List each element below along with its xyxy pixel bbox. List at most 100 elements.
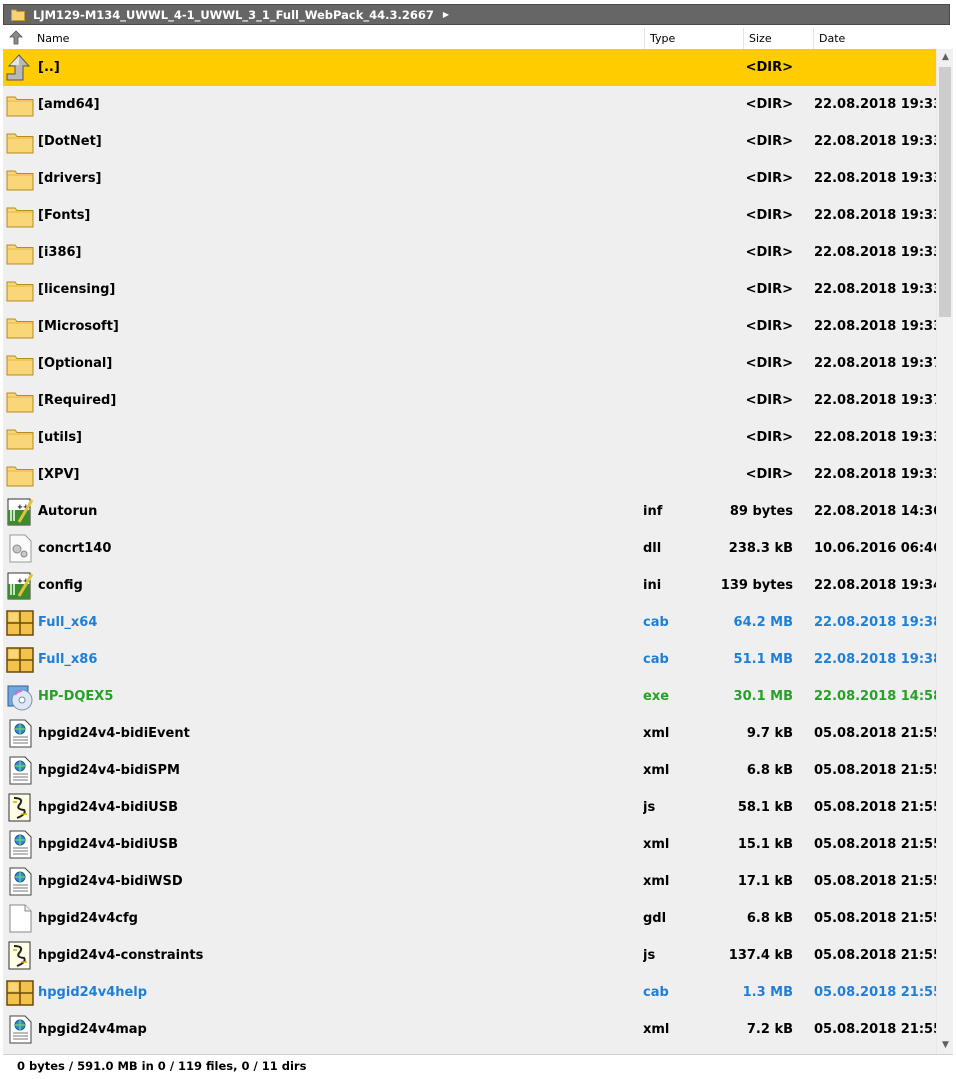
file-row[interactable]: [licensing] <DIR> 22.08.2018 19:33 [3, 271, 936, 308]
file-name: [XPV] [38, 467, 80, 482]
file-row[interactable]: [amd64] <DIR> 22.08.2018 19:33 [3, 86, 936, 123]
file-date: 22.08.2018 19:33 [814, 97, 936, 112]
file-size: 17.1 kB [737, 874, 793, 889]
file-row[interactable]: [i386] <DIR> 22.08.2018 19:33 [3, 234, 936, 271]
file-row[interactable]: [Required] <DIR> 22.08.2018 19:37 [3, 382, 936, 419]
file-size: 64.2 MB [733, 615, 793, 630]
file-size: <DIR> [745, 245, 793, 260]
file-name: hpgid24v4-bidiEvent [38, 726, 190, 741]
file-row[interactable]: hpgid24v4-bidiEvent xml 9.7 kB 05.08.2018 2… [3, 715, 936, 752]
file-row[interactable]: Full_x86 cab 51.1 MB 22.08.2018 19:38 [3, 641, 936, 678]
file-row[interactable]: [XPV] <DIR> 22.08.2018 19:33 [3, 456, 936, 493]
file-row[interactable]: concrt140 dll 238.3 kB 10.06.2016 06:46 [3, 530, 936, 567]
file-row[interactable]: hpgid24v4-bidiWSD xml 17.1 kB 05.08.2018 21… [3, 863, 936, 900]
file-name: [DotNet] [38, 134, 102, 149]
file-date: 22.08.2018 19:33 [814, 208, 936, 223]
file-row[interactable]: HP-DQEX5 exe 30.1 MB 22.08.2018 14:58 [3, 678, 936, 715]
folder-icon [5, 237, 35, 268]
file-date: 22.08.2018 19:37 [814, 356, 936, 371]
file-row[interactable]: hpgid24v4help cab 1.3 MB 05.08.2018 21:55 [3, 974, 936, 1011]
file-date: 05.08.2018 21:55 [814, 911, 936, 926]
column-header: Name Type Size Date [3, 28, 953, 50]
up-arrow-icon [9, 30, 23, 45]
file-date: 22.08.2018 19:33 [814, 245, 936, 260]
file-name: Full_x86 [38, 652, 98, 667]
file-row[interactable]: [Fonts] <DIR> 22.08.2018 19:33 [3, 197, 936, 234]
file-row[interactable]: hpgid24v4map xml 7.2 kB 05.08.2018 21:55 [3, 1011, 936, 1048]
web-document-icon [5, 718, 35, 749]
folder-icon [5, 274, 35, 305]
web-document-icon [5, 866, 35, 897]
file-date: 22.08.2018 19:33 [814, 430, 936, 445]
file-row[interactable]: hpgid24v4-bidiUSB xml 15.1 kB 05.08.2018 21… [3, 826, 936, 863]
file-row[interactable]: hpgid24v4cfg gdl 6.8 kB 05.08.2018 21:55 [3, 900, 936, 937]
file-name: HP-DQEX5 [38, 689, 114, 704]
file-row[interactable]: [Microsoft] <DIR> 22.08.2018 19:33 [3, 308, 936, 345]
file-size: <DIR> [745, 60, 793, 75]
folder-icon [5, 126, 35, 157]
up-directory-button[interactable] [3, 28, 33, 49]
file-row[interactable]: [Optional] <DIR> 22.08.2018 19:37 [3, 345, 936, 382]
file-row[interactable]: Full_x64 cab 64.2 MB 22.08.2018 19:38 [3, 604, 936, 641]
file-date: 22.08.2018 14:36 [814, 504, 936, 519]
file-row[interactable]: hpgid24v4-constraints js 137.4 kB 05.08.201… [3, 937, 936, 974]
file-date: 22.08.2018 19:33 [814, 282, 936, 297]
scroll-up-icon[interactable]: ▲ [937, 49, 954, 66]
file-name: Full_x64 [38, 615, 98, 630]
file-name: [i386] [38, 245, 82, 260]
current-path: LJM129-M134_UWWL_4-1_UWWL_3_1_Full_WebPa… [33, 7, 434, 22]
column-date-header[interactable]: Date [813, 28, 953, 49]
scroll-down-icon[interactable]: ▼ [937, 1037, 954, 1054]
file-date: 22.08.2018 19:33 [814, 319, 936, 334]
triangle-right-icon[interactable]: ▶ [443, 10, 449, 19]
cabinet-icon [5, 977, 35, 1008]
cabinet-icon [5, 607, 35, 638]
file-row[interactable]: hpgid24v4-bidiUSB js 58.1 kB 05.08.2018 21:… [3, 789, 936, 826]
file-size: <DIR> [745, 430, 793, 445]
file-name: hpgid24v4map [38, 1022, 147, 1037]
column-name-header[interactable]: Name [33, 28, 644, 49]
web-document-icon [5, 1014, 35, 1045]
file-date: 22.08.2018 19:37 [814, 393, 936, 408]
file-size: <DIR> [745, 319, 793, 334]
file-name: concrt140 [38, 541, 112, 556]
folder-icon [11, 9, 25, 21]
file-row[interactable]: [utils] <DIR> 22.08.2018 19:33 [3, 419, 936, 456]
file-size: 6.8 kB [746, 911, 793, 926]
file-size: 30.1 MB [733, 689, 793, 704]
file-name: hpgid24v4-bidiUSB [38, 800, 178, 815]
column-type-header[interactable]: Type [644, 28, 743, 49]
file-name: [Required] [38, 393, 117, 408]
file-name: hpgid24v4-bidiSPM [38, 763, 180, 778]
file-size: 51.1 MB [733, 652, 793, 667]
script-icon [5, 792, 35, 823]
file-size: 7.2 kB [746, 1022, 793, 1037]
file-date: 05.08.2018 21:55 [814, 948, 936, 963]
file-row[interactable]: hpgid24v4-bidiSPM xml 6.8 kB 05.08.2018 21:… [3, 752, 936, 789]
folder-icon [5, 385, 35, 416]
file-name: hpgid24v4-bidiUSB [38, 837, 178, 852]
status-bar: 0 bytes / 591.0 MB in 0 / 119 files, 0 /… [3, 1054, 953, 1079]
file-date: 05.08.2018 21:55 [814, 1022, 936, 1037]
file-size: <DIR> [745, 393, 793, 408]
file-name: [licensing] [38, 282, 116, 297]
file-date: 05.08.2018 21:55 [814, 837, 936, 852]
file-size: <DIR> [745, 134, 793, 149]
file-date: 22.08.2018 19:38 [814, 652, 936, 667]
vertical-scrollbar[interactable]: ▲ ▼ [936, 49, 953, 1054]
file-row[interactable]: ++ config ini 139 bytes 22.08.2018 19:34 [3, 567, 936, 604]
file-row[interactable]: [..] <DIR> [3, 49, 936, 86]
file-list[interactable]: [..] <DIR> [amd64] <DIR> 22.08.2018 19:33 [Do… [3, 49, 936, 1054]
file-row[interactable]: [DotNet] <DIR> 22.08.2018 19:33 [3, 123, 936, 160]
folder-icon [5, 422, 35, 453]
file-row[interactable]: ++ Autorun inf 89 bytes 22.08.2018 14:36 [3, 493, 936, 530]
notepad-icon: ++ [5, 496, 35, 527]
file-name: [Microsoft] [38, 319, 119, 334]
file-size: <DIR> [745, 97, 793, 112]
file-row[interactable]: [drivers] <DIR> 22.08.2018 19:33 [3, 160, 936, 197]
scrollbar-thumb[interactable] [939, 67, 951, 317]
column-size-header[interactable]: Size [743, 28, 813, 49]
file-size: <DIR> [745, 171, 793, 186]
path-bar[interactable]: LJM129-M134_UWWL_4-1_UWWL_3_1_Full_WebPa… [3, 4, 950, 25]
folder-icon [5, 200, 35, 231]
